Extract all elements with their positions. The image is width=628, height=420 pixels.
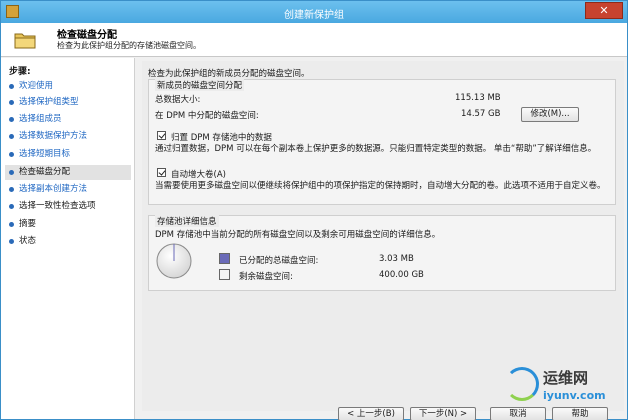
colocate-description: 通过归置数据，DPM 可以在每个副本卷上保护更多的数据源。只能归置特定类型的数据… <box>155 144 597 154</box>
window-title: 创建新保护组 <box>284 10 344 21</box>
total-data-value: 115.13 MB <box>455 93 501 103</box>
step-replica-method[interactable]: 选择副本创建方法 <box>5 182 131 197</box>
step-consistency-check[interactable]: 选择一致性检查选项 <box>5 199 131 214</box>
main-content: 检查为此保护组的新成员分配的磁盘空间。 新成员的磁盘空间分配 总数据大小: 11… <box>142 61 624 420</box>
disk-usage-pie-chart <box>156 243 192 279</box>
dpm-allocated-value: 14.57 GB <box>461 109 501 119</box>
free-label: 剩余磁盘空间: <box>239 272 293 282</box>
allocation-group: 新成员的磁盘空间分配 总数据大小: 115.13 MB 在 DPM 中分配的磁盘… <box>148 79 616 205</box>
step-disk-allocation[interactable]: 检查磁盘分配 <box>5 165 131 180</box>
page-subtitle: 检查为此保护组分配的存储池磁盘空间。 <box>57 41 201 50</box>
step-members[interactable]: 选择组成员 <box>5 112 131 127</box>
wizard-window: 创建新保护组 ✕ 检查磁盘分配 检查为此保护组分配的存储池磁盘空间。 步骤: 欢… <box>0 0 628 420</box>
title-bar[interactable]: 创建新保护组 ✕ <box>1 1 627 23</box>
allocated-swatch <box>219 253 230 264</box>
free-swatch <box>219 269 230 280</box>
step-bullet-icon <box>9 204 14 209</box>
step-bullet-icon <box>9 134 14 139</box>
watermark-url: iyunv.com <box>543 389 606 402</box>
step-welcome[interactable]: 欢迎使用 <box>5 79 131 94</box>
step-summary[interactable]: 摘要 <box>5 217 131 232</box>
step-short-term[interactable]: 选择短期目标 <box>5 147 131 162</box>
intro-text: 检查为此保护组的新成员分配的磁盘空间。 <box>148 69 310 79</box>
step-bullet-icon <box>9 239 14 244</box>
storage-pool-group-title: 存储池详细信息 <box>155 215 219 227</box>
modify-button[interactable]: 修改(M)... <box>521 107 579 122</box>
autogrow-description: 当需要使用更多磁盘空间以便继续将保护组中的项保护指定的保持期时，自动增大分配的卷… <box>155 181 606 191</box>
step-group-type[interactable]: 选择保护组类型 <box>5 95 131 110</box>
colocate-checkbox[interactable] <box>157 131 166 140</box>
step-bullet-icon <box>9 117 14 122</box>
total-data-label: 总数据大小: <box>155 95 201 105</box>
step-bullet-icon <box>9 222 14 227</box>
storage-pool-description: DPM 存储池中当前分配的所有磁盘空间以及剩余可用磁盘空间的详细信息。 <box>155 230 441 240</box>
close-button[interactable]: ✕ <box>585 2 623 19</box>
dpm-allocated-label: 在 DPM 中分配的磁盘空间: <box>155 111 259 121</box>
site-watermark: 运维网 iyunv.com <box>505 367 623 413</box>
page-title: 检查磁盘分配 <box>57 30 117 41</box>
step-protection-method[interactable]: 选择数据保护方法 <box>5 129 131 144</box>
allocated-label: 已分配的总磁盘空间: <box>239 256 319 266</box>
steps-sidebar: 步骤: 欢迎使用 选择保护组类型 选择组成员 选择数据保护方法 选择短期目标 检… <box>1 58 135 419</box>
back-button[interactable]: < 上一步(B) <box>338 407 404 420</box>
folder-icon <box>14 33 36 49</box>
wizard-header: 检查磁盘分配 检查为此保护组分配的存储池磁盘空间。 <box>1 23 627 57</box>
step-status[interactable]: 状态 <box>5 234 131 249</box>
watermark-text: 运维网 <box>543 369 589 387</box>
watermark-logo-icon <box>505 367 539 401</box>
step-bullet-icon <box>9 100 14 105</box>
step-bullet-icon <box>9 152 14 157</box>
step-bullet-icon <box>9 187 14 192</box>
step-bullet-icon <box>9 170 14 175</box>
storage-pool-group: 存储池详细信息 DPM 存储池中当前分配的所有磁盘空间以及剩余可用磁盘空间的详细… <box>148 215 616 291</box>
autogrow-checkbox[interactable] <box>157 168 166 177</box>
allocated-value: 3.03 MB <box>379 254 414 264</box>
autogrow-label[interactable]: 自动增大卷(A) <box>171 168 226 180</box>
allocation-group-title: 新成员的磁盘空间分配 <box>155 79 245 91</box>
step-bullet-icon <box>9 84 14 89</box>
steps-title: 步骤: <box>9 67 31 77</box>
free-value: 400.00 GB <box>379 270 424 280</box>
colocate-label[interactable]: 归置 DPM 存储池中的数据 <box>171 131 272 143</box>
next-button[interactable]: 下一步(N) > <box>410 407 476 420</box>
